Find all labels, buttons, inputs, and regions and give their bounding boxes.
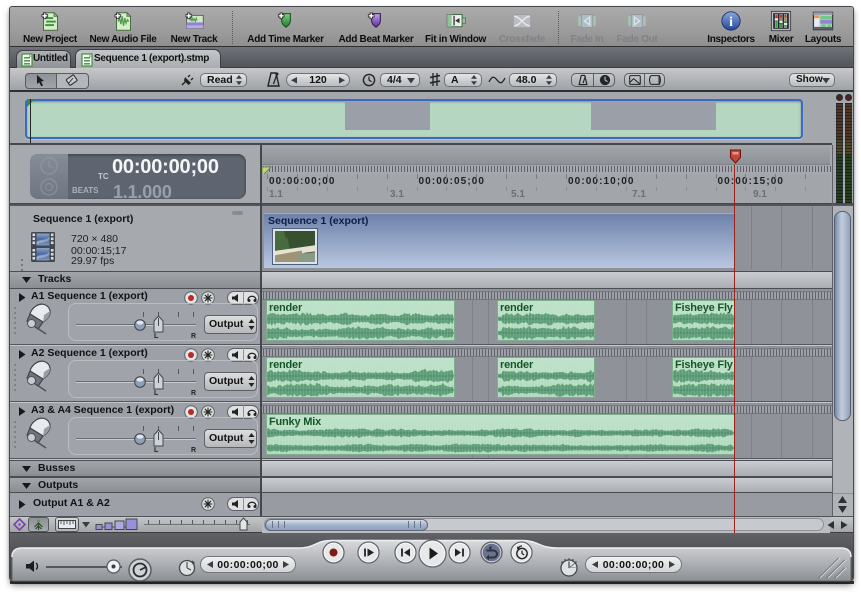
svg-text:i: i bbox=[729, 14, 733, 29]
